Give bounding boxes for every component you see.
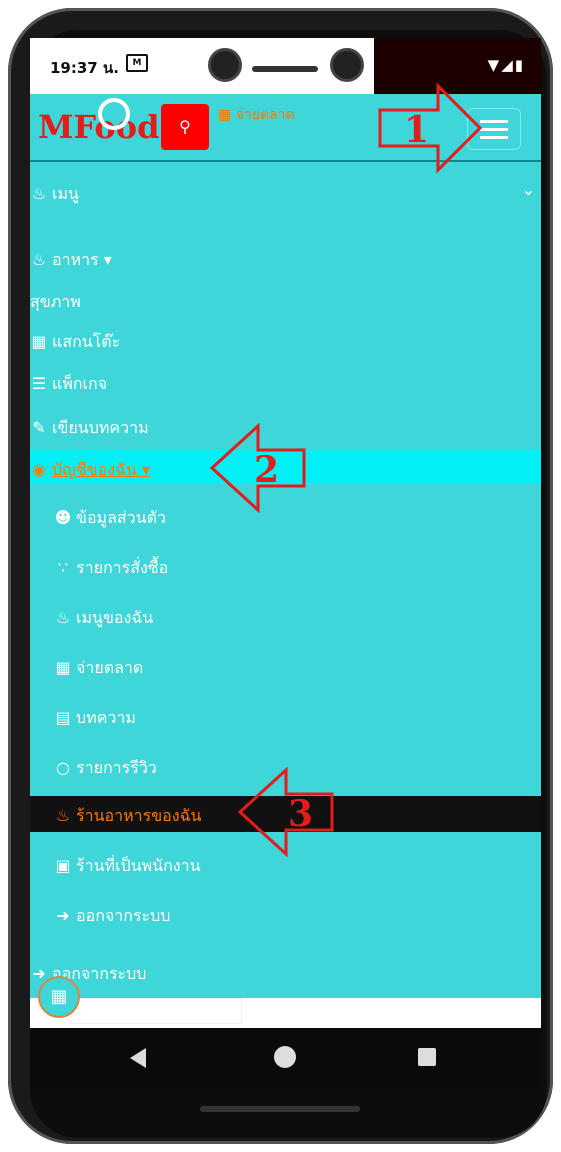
menu-item-label: บัญชีของฉัน ▾ (52, 460, 150, 479)
annotation-number: 3 (288, 793, 313, 835)
edit-icon: ✎ (32, 418, 46, 437)
basket-icon: ▦ (218, 107, 232, 123)
qr-code-icon: ▦ (31, 332, 47, 351)
annotation-arrow-1: 1 (378, 82, 483, 174)
menu-item-label: แสกนโต๊ะ (52, 332, 121, 351)
fork-knife-icon: ♨ (31, 250, 47, 269)
chevron-down-icon[interactable]: ⌄ (522, 180, 535, 199)
home-icon[interactable] (274, 1046, 296, 1068)
menu-item-write[interactable]: ✎ เขียนบทความ (30, 416, 149, 441)
submenu-label: ข้อมูลส่วนตัว (76, 508, 166, 527)
market-label: จ่ายตลาด (235, 107, 295, 123)
chat-bubble-icon: ○ (56, 758, 70, 777)
message-icon: M (126, 54, 148, 72)
menu-item-package[interactable]: ☰ แพ็กเกจ (30, 372, 107, 397)
android-nav-bar (30, 1028, 541, 1088)
basket-icon: ▦ (50, 986, 68, 1007)
search-icon: ⚲ (179, 117, 191, 136)
nav-menu: ♨ เมนู ⌄ ♨ อาหาร ▾ สุขภาพ ▦ แสกนโต๊ะ ☰ แพ็กเ… (30, 162, 541, 998)
menu-item-label: อาหาร ▾ (52, 250, 112, 269)
fork-knife-icon: ♨ (55, 806, 71, 825)
annotation-arrow-3: 3 (237, 766, 334, 858)
cart-icon: ∵ (57, 558, 69, 577)
menu-item-account[interactable]: ◉ บัญชีของฉัน ▾ (30, 458, 150, 483)
menu-item-label: แพ็กเกจ (52, 374, 108, 393)
submenu-profile[interactable]: ☻ ข้อมูลส่วนตัว (54, 506, 166, 531)
back-icon[interactable] (130, 1048, 146, 1068)
market-link[interactable]: ▦ จ่ายตลาด (218, 104, 295, 126)
submenu-mymenu[interactable]: ♨ เมนูของฉัน (54, 606, 153, 631)
submenu-employee[interactable]: ▣ ร้านที่เป็นพนักงาน (54, 854, 201, 879)
screen: 19:37 น. M ▼◢▮ MFood ⚲ ▦ จ่ายตลาด ♨ เมนู … (30, 38, 541, 1028)
search-button[interactable]: ⚲ (161, 104, 209, 150)
bottom-input-box (70, 998, 242, 1024)
floating-basket-button[interactable]: ▦ (38, 976, 80, 1018)
submenu-myrestaurant[interactable]: ♨ ร้านอาหารของฉัน (54, 804, 202, 829)
speaker-grille (252, 66, 318, 72)
submenu-label: บทความ (76, 708, 136, 727)
menu-title: เมนู (52, 184, 79, 203)
document-icon: ▤ (55, 708, 71, 727)
submenu-label: ออกจากระบบ (76, 906, 171, 925)
basket-icon: ▦ (55, 658, 71, 677)
submenu-label: ร้านที่เป็นพนักงาน (76, 856, 201, 875)
stack-icon: ☰ (31, 374, 47, 393)
submenu-label: จ่ายตลาด (76, 658, 144, 677)
logout-icon: ➜ (56, 906, 70, 925)
submenu-market[interactable]: ▦ จ่ายตลาด (54, 656, 143, 681)
camera-icon (208, 48, 242, 82)
submenu-review[interactable]: ○ รายการรีวิว (54, 756, 157, 781)
submenu-label: ร้านอาหารของฉัน (76, 806, 202, 825)
gesture-bar (200, 1106, 360, 1112)
recent-apps-icon[interactable] (418, 1048, 436, 1066)
id-card-icon: ▣ (55, 856, 71, 875)
annotation-number: 1 (404, 109, 429, 151)
camera-icon (330, 48, 364, 82)
submenu-logout[interactable]: ➜ ออกจากระบบ (54, 904, 170, 929)
fork-knife-icon: ♨ (55, 608, 71, 627)
menu-item-label: สุขภาพ (30, 292, 81, 311)
page-bottom (30, 998, 541, 1028)
menu-item-food[interactable]: ♨ อาหาร ▾ (30, 248, 112, 273)
menu-header-item[interactable]: ♨ เมนู (30, 182, 79, 207)
submenu-orders[interactable]: ∵ รายการสั่งซื้อ (54, 556, 168, 581)
system-icons: ▼◢▮ (487, 56, 525, 74)
menu-item-label: เขียนบทความ (52, 418, 149, 437)
user-icon: ☻ (54, 508, 72, 527)
fork-knife-icon: ♨ (31, 184, 47, 203)
mfood-logo[interactable]: MFood (38, 98, 159, 146)
submenu-label: รายการสั่งซื้อ (76, 558, 169, 577)
submenu-label: เมนูของฉัน (76, 608, 154, 627)
annotation-number: 2 (254, 449, 279, 491)
menu-item-health[interactable]: สุขภาพ (30, 290, 81, 315)
submenu-article[interactable]: ▤ บทความ (54, 706, 136, 731)
logo-ring-icon (98, 98, 130, 130)
annotation-arrow-2: 2 (209, 422, 306, 514)
menu-item-scan[interactable]: ▦ แสกนโต๊ะ (30, 330, 120, 355)
submenu-label: รายการรีวิว (76, 758, 157, 777)
status-time: 19:37 น. (50, 59, 119, 77)
lock-icon: ◉ (32, 460, 46, 479)
